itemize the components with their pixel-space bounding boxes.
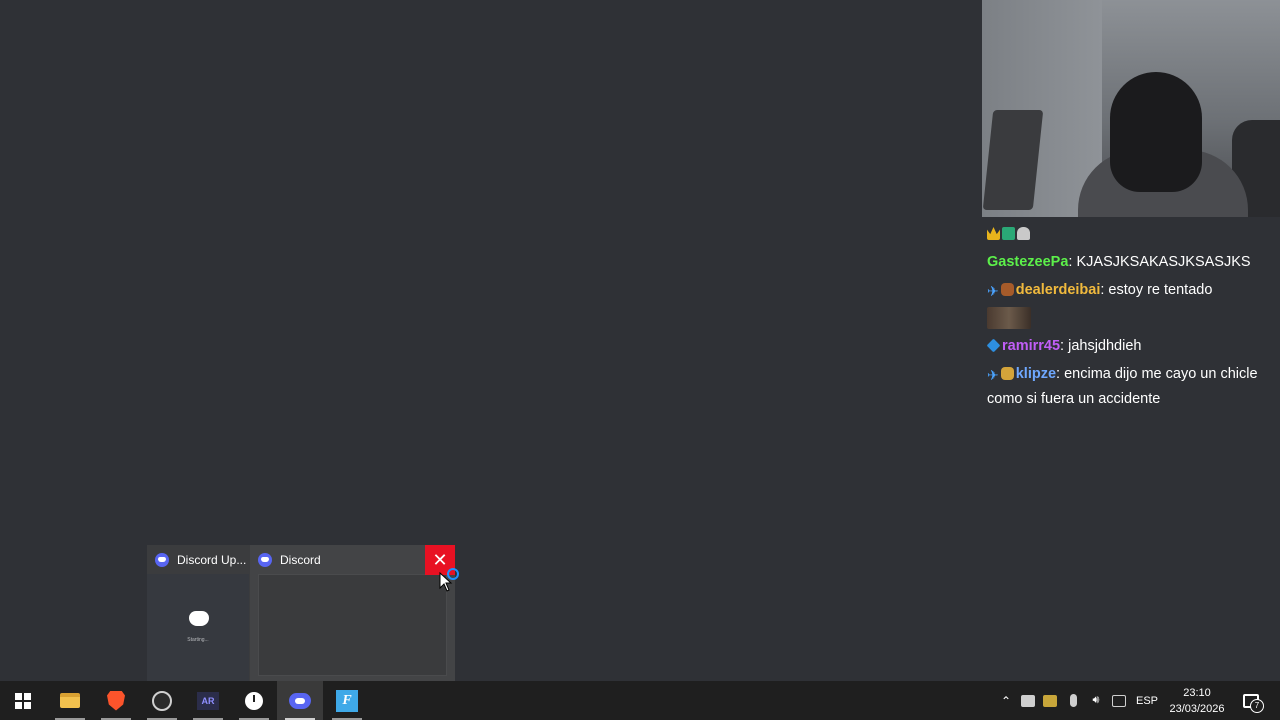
- dg-badge-icon: [1002, 227, 1015, 240]
- language-indicator: ESP: [1135, 694, 1158, 707]
- file-explorer-button[interactable]: [47, 681, 93, 720]
- chat-username: ramirr45: [1002, 338, 1061, 354]
- bag-badge-icon: [1000, 283, 1014, 296]
- clock-app-button[interactable]: [231, 681, 277, 720]
- cube-badge-icon: [986, 338, 1001, 353]
- clock-button[interactable]: 23:10 23/03/2026: [1164, 681, 1230, 720]
- network-button[interactable]: [1108, 681, 1130, 720]
- chat-username: dealerdeibai: [1015, 282, 1101, 298]
- language-button[interactable]: ESP: [1134, 681, 1160, 720]
- chat-text: jahsjdhdieh: [1068, 338, 1142, 354]
- chat-message: ✈ klipze: encima dijo me cayo un chicle c…: [987, 366, 1258, 407]
- network-icon: [1112, 694, 1126, 707]
- obs-icon: [152, 690, 172, 711]
- discord-updater-thumbnail[interactable]: Discord Up... Starting...: [147, 545, 249, 682]
- gold-badge-icon: [1000, 367, 1014, 380]
- show-hidden-icons-button[interactable]: ⌃: [996, 681, 1016, 720]
- chat-message: GastezeePa: KJASJKSAKASJKSASJKS: [987, 254, 1251, 270]
- chat-emote-line: [987, 306, 1277, 331]
- brave-browser-button[interactable]: [93, 681, 139, 720]
- tray-discord-button[interactable]: [1018, 681, 1038, 720]
- volume-button[interactable]: 🔊︎: [1086, 681, 1106, 720]
- notification-count-badge: 7: [1250, 698, 1264, 713]
- pin-badge-icon: ✈: [987, 283, 999, 299]
- chat-message: ramirr45: jahsjdhdieh: [986, 334, 1277, 359]
- notification-icon: 7: [1243, 693, 1264, 713]
- start-button[interactable]: [0, 681, 46, 720]
- app-tray-icon: [1043, 694, 1057, 707]
- chat-username: klipze: [1015, 366, 1057, 382]
- discord-taskbar-button[interactable]: [277, 681, 323, 720]
- discord-icon: [289, 692, 311, 709]
- thumbnail-title: Discord: [280, 553, 321, 567]
- chat-text: estoy re tentado: [1108, 282, 1213, 298]
- ar-icon: AR: [197, 691, 219, 710]
- notification-center-button[interactable]: 7: [1236, 681, 1266, 720]
- taskbar: AR F ⌃ 🔊︎ ESP 23:10 23/03/2026 7: [0, 681, 1280, 720]
- pin-badge-icon: ✈: [987, 367, 999, 383]
- chat-message: ✈ dealerdeibai: estoy re tentado: [987, 282, 1213, 299]
- clock-date: 23/03/2026: [1169, 702, 1225, 715]
- thumbnail-content: [258, 574, 447, 676]
- busy-spinner-icon: [447, 568, 459, 580]
- splash-status-text: Starting...: [187, 637, 209, 643]
- f-app-button[interactable]: F: [324, 681, 370, 720]
- brave-icon: [107, 690, 125, 711]
- thumbnail-title: Discord Up...: [177, 553, 247, 567]
- chevron-up-icon: ⌃: [1000, 693, 1012, 708]
- tray-app-button[interactable]: [1040, 681, 1060, 720]
- ghost-badge-icon: [1017, 227, 1030, 240]
- emote-image: [987, 307, 1031, 330]
- webcam-overlay: [982, 0, 1280, 217]
- clock-time: 23:10: [1183, 686, 1211, 699]
- microphone-icon: [1069, 694, 1077, 707]
- clock-icon: [245, 691, 263, 710]
- speaker-icon: 🔊︎: [1092, 694, 1100, 706]
- discord-icon: [155, 553, 169, 567]
- chat-overlay: GastezeePa: KJASJKSAKASJKSASJKS ✈ dealerd…: [986, 222, 1277, 415]
- discord-icon: [258, 553, 272, 567]
- ar-app-button[interactable]: AR: [185, 681, 231, 720]
- chat-badges-row: [987, 222, 1277, 247]
- discord-logo-icon: [189, 611, 209, 626]
- crown-badge-icon: [987, 227, 1000, 240]
- f-app-icon: F: [336, 689, 358, 712]
- discord-tray-icon: [1021, 694, 1035, 707]
- microphone-button[interactable]: [1063, 681, 1083, 720]
- taskbar-thumbnail-preview: Discord Up... Starting... Discord ✕: [147, 545, 455, 682]
- chat-username: GastezeePa: [987, 254, 1069, 270]
- chat-text: KJASJKSAKASJKSASJKS: [1076, 254, 1251, 270]
- obs-button[interactable]: [139, 681, 185, 720]
- windows-logo-icon: [15, 692, 31, 709]
- folder-icon: [60, 693, 80, 708]
